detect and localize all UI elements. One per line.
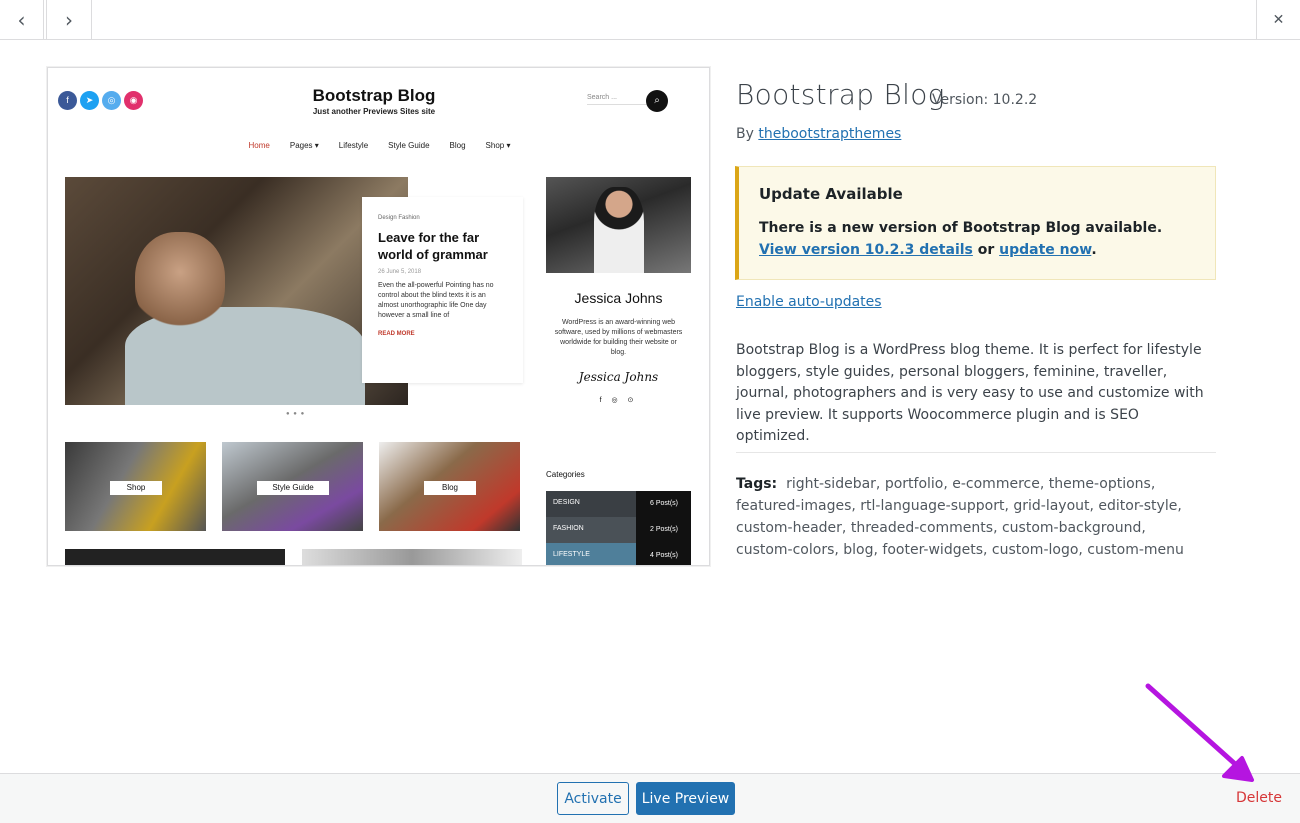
next-theme-button[interactable]: › [46,0,92,40]
preview-author-social-icons: f ◎ ⊙ [599,397,638,404]
preview-brand-title: Bootstrap Blog [312,86,436,105]
preview-brand-subtitle: Just another Previews Sites site [312,107,436,116]
preview-menu-item: Shop ▾ [485,141,511,150]
preview-author-widget: Jessica Johns WordPress is an award-winn… [546,278,691,438]
facebook-icon: f [58,91,77,110]
preview-author-signature: Jessica Johns [578,370,659,384]
update-notice-heading: Update Available [759,185,903,203]
preview-menu-item: Blog [449,141,466,150]
preview-menu: Home Pages ▾ Lifestyle Style Guide Blog … [48,141,709,150]
skype-icon: ◎ [102,91,121,110]
preview-hero-excerpt: Even the all-powerful Pointing has no co… [378,282,494,319]
carousel-dots: ● ● ● [286,411,306,417]
preview-tile-style-guide: Style Guide [222,442,363,531]
preview-categories-title: Categories [546,470,585,479]
close-button[interactable]: ✕ [1256,0,1300,40]
preview-hero-card: Design Fashion Leave for the far world o… [362,197,523,383]
live-preview-button[interactable]: Live Preview [636,782,735,815]
preview-category-row: FASHION 2 Post(s) [546,517,691,543]
preview-author-name: Jessica Johns [574,290,663,306]
search-icon: ⌕ [646,90,668,112]
preview-menu-item: Lifestyle [338,141,369,150]
previous-theme-button[interactable]: ‹ [0,0,44,40]
update-notice-text: There is a new version of Bootstrap Blog… [759,220,1163,258]
preview-category-row: DESIGN 6 Post(s) [546,491,691,517]
close-icon: ✕ [1272,12,1285,28]
theme-author: By thebootstrapthemes [736,126,902,142]
tags-list: right-sidebar, portfolio, e-commerce, th… [736,476,1184,558]
telegram-icon: ➤ [80,91,99,110]
enable-auto-updates-link[interactable]: Enable auto-updates [736,294,882,310]
theme-version: Version: 10.2.2 [932,92,1038,108]
preview-category-row: LIFESTYLE 4 Post(s) [546,543,691,565]
preview-menu-item: Pages ▾ [289,141,319,150]
instagram-icon: ◉ [124,91,143,110]
delete-link[interactable]: Delete [1236,790,1282,806]
update-notice: Update Available There is a new version … [735,166,1216,280]
social-icons: f ➤ ◎ ◉ [58,91,143,110]
preview-read-more: READ MORE [378,331,415,337]
theme-actions: Activate Live Preview Delete [0,773,1300,823]
preview-tile-label: Blog [424,481,476,495]
preview-menu-item: Home [248,141,270,150]
chevron-left-icon: ‹ [17,8,26,32]
preview-brand: Bootstrap Blog Just another Previews Sit… [248,86,500,116]
tags-label: Tags: [736,476,778,492]
update-now-link[interactable]: update now [999,242,1091,258]
view-version-details-link[interactable]: View version 10.2.3 details [759,242,973,258]
preview-hero-image [65,177,408,405]
preview-tile-blog: Blog [379,442,520,531]
preview-author-bio: WordPress is an award-winning web softwa… [554,319,683,356]
preview-tile-label: Style Guide [257,481,329,495]
preview-hero-date: 26 June 5, 2018 [378,269,422,275]
preview-hero-categories: Design Fashion [378,215,420,221]
preview-author-photo [546,177,691,273]
preview-tile-shop: Shop [65,442,206,531]
theme-author-link[interactable]: thebootstrapthemes [758,126,901,142]
theme-tags: Tags: right-sidebar, portfolio, e-commer… [736,473,1206,561]
preview-hero-title: Leave for the far world of grammar [378,230,488,262]
preview-menu-item: Style Guide [388,141,430,150]
modal-header: ‹ › ✕ [0,0,1300,40]
theme-name: Bootstrap Blog [736,78,945,111]
preview-tile-label: Shop [110,481,162,495]
preview-search: Search ... [587,94,647,105]
theme-screenshot: f ➤ ◎ ◉ Bootstrap Blog Just another Prev… [47,67,710,566]
chevron-right-icon: › [65,8,73,32]
theme-description: Bootstrap Blog is a WordPress blog theme… [736,342,1204,444]
divider [736,452,1216,453]
activate-button[interactable]: Activate [557,782,629,815]
